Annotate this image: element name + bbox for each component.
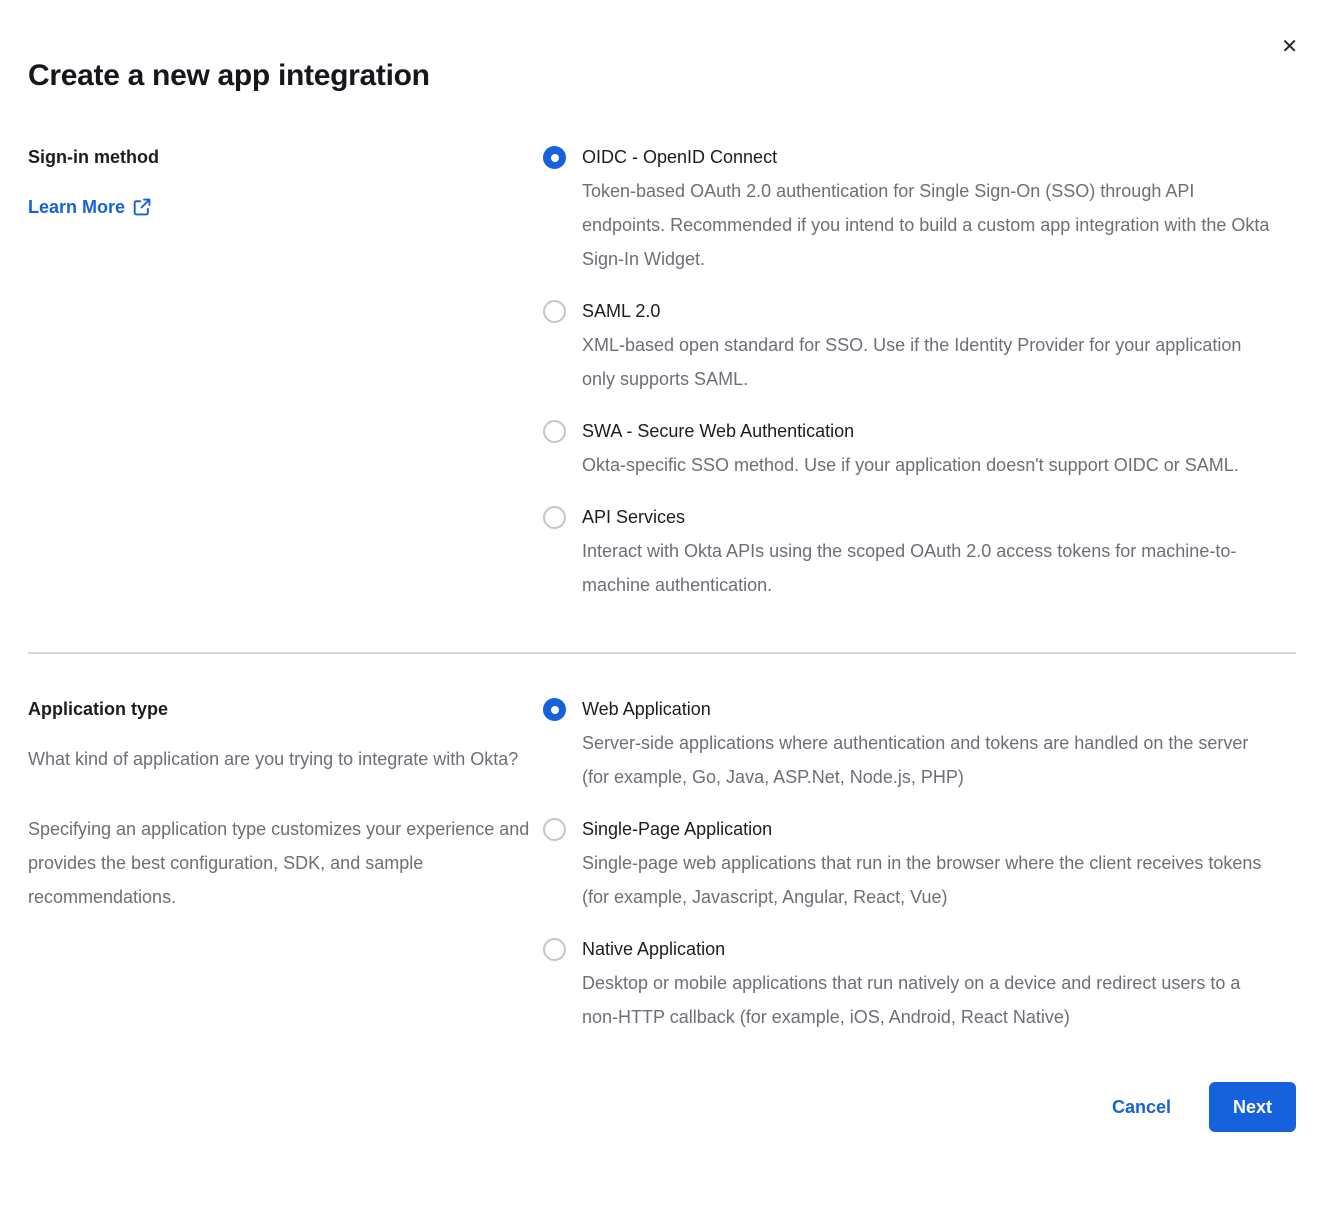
option-description: Okta-specific SSO method. Use if your ap…: [582, 448, 1239, 482]
signin-method-label: Sign-in method: [28, 140, 533, 174]
radio-button-icon[interactable]: [543, 938, 566, 961]
option-label: SWA - Secure Web Authentication: [582, 414, 1239, 448]
option-label: API Services: [582, 500, 1277, 534]
radio-option-saml[interactable]: SAML 2.0 XML-based open standard for SSO…: [543, 294, 1296, 396]
radio-option-api-services[interactable]: API Services Interact with Okta APIs usi…: [543, 500, 1296, 602]
option-description: XML-based open standard for SSO. Use if …: [582, 328, 1277, 396]
application-type-label: Application type: [28, 692, 533, 726]
radio-button-icon[interactable]: [543, 698, 566, 721]
learn-more-label: Learn More: [28, 190, 125, 224]
radio-button-icon[interactable]: [543, 506, 566, 529]
cancel-button[interactable]: Cancel: [1112, 1097, 1171, 1118]
signin-method-section: Sign-in method Learn More OIDC - OpenID …: [28, 140, 1296, 602]
dialog-footer: Cancel Next: [28, 1082, 1296, 1132]
section-divider: [28, 652, 1296, 654]
dialog-title: Create a new app integration: [28, 56, 1296, 96]
radio-option-web-application[interactable]: Web Application Server-side applications…: [543, 692, 1296, 794]
radio-button-icon[interactable]: [543, 300, 566, 323]
create-app-integration-dialog: ✕ Create a new app integration Sign-in m…: [0, 0, 1332, 1210]
option-description: Token-based OAuth 2.0 authentication for…: [582, 174, 1277, 276]
application-type-section: Application type What kind of applicatio…: [28, 692, 1296, 1034]
option-label: Web Application: [582, 692, 1277, 726]
radio-button-icon[interactable]: [543, 818, 566, 841]
option-description: Server-side applications where authentic…: [582, 726, 1277, 794]
option-label: OIDC - OpenID Connect: [582, 140, 1277, 174]
option-label: Native Application: [582, 932, 1277, 966]
option-label: SAML 2.0: [582, 294, 1277, 328]
application-type-question: What kind of application are you trying …: [28, 742, 533, 776]
next-button[interactable]: Next: [1209, 1082, 1296, 1132]
learn-more-link[interactable]: Learn More: [28, 190, 151, 224]
close-icon: ✕: [1281, 34, 1298, 58]
radio-option-native-application[interactable]: Native Application Desktop or mobile app…: [543, 932, 1296, 1034]
radio-option-oidc[interactable]: OIDC - OpenID Connect Token-based OAuth …: [543, 140, 1296, 276]
option-description: Desktop or mobile applications that run …: [582, 966, 1277, 1034]
radio-button-icon[interactable]: [543, 420, 566, 443]
close-button[interactable]: ✕: [1281, 36, 1298, 56]
option-description: Single-page web applications that run in…: [582, 846, 1277, 914]
radio-option-single-page-application[interactable]: Single-Page Application Single-page web …: [543, 812, 1296, 914]
option-label: Single-Page Application: [582, 812, 1277, 846]
application-type-explanation: Specifying an application type customize…: [28, 812, 533, 914]
radio-option-swa[interactable]: SWA - Secure Web Authentication Okta-spe…: [543, 414, 1296, 482]
radio-button-icon[interactable]: [543, 146, 566, 169]
external-link-icon: [133, 198, 151, 216]
option-description: Interact with Okta APIs using the scoped…: [582, 534, 1277, 602]
